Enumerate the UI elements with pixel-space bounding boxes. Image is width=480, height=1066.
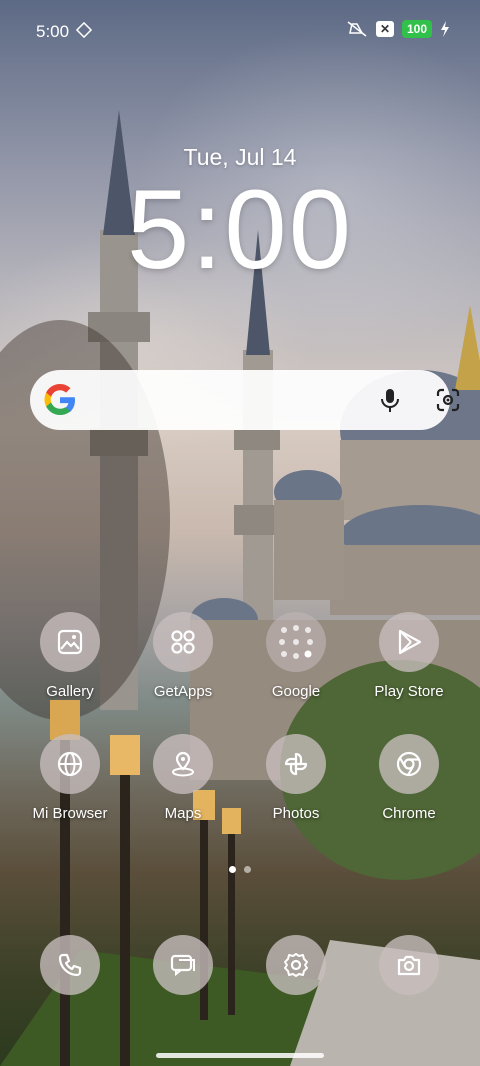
app-label: Gallery bbox=[46, 683, 94, 700]
sim-icon bbox=[76, 22, 92, 38]
charging-icon bbox=[441, 21, 449, 37]
lock-clock[interactable]: 5:00 bbox=[0, 170, 480, 290]
camera-icon bbox=[379, 935, 439, 995]
pinwheel-icon bbox=[266, 734, 326, 794]
app-gallery[interactable]: Gallery bbox=[20, 612, 120, 700]
google-search-widget[interactable] bbox=[30, 370, 460, 430]
x-notification-icon: ✕ bbox=[375, 21, 394, 37]
dock-camera[interactable] bbox=[359, 935, 459, 995]
google-logo-icon bbox=[44, 384, 75, 415]
folder-icon bbox=[266, 612, 326, 672]
app-label: Photos bbox=[272, 805, 320, 822]
app-label: Google bbox=[271, 683, 321, 700]
messages-icon bbox=[153, 935, 213, 995]
app-label: Chrome bbox=[382, 805, 436, 822]
status-right-icons: ✕ 100 bbox=[346, 20, 450, 38]
app-label: Mi Browser bbox=[32, 805, 108, 822]
dock-messages[interactable] bbox=[133, 935, 233, 995]
map-pin-icon bbox=[153, 734, 213, 794]
app-mi-browser[interactable]: Mi Browser bbox=[20, 734, 120, 822]
status-bar: 5:00 ✕ 100 bbox=[0, 0, 480, 62]
app-getapps[interactable]: GetApps bbox=[133, 612, 233, 700]
globe-icon bbox=[40, 734, 100, 794]
phone-icon bbox=[40, 935, 100, 995]
mic-icon[interactable] bbox=[376, 386, 404, 414]
lens-icon[interactable] bbox=[434, 386, 462, 414]
app-label: GetApps bbox=[153, 683, 213, 700]
chrome-icon bbox=[379, 734, 439, 794]
getapps-icon bbox=[153, 612, 213, 672]
app-label: Play Store bbox=[374, 683, 444, 700]
app-photos[interactable]: Photos bbox=[246, 734, 346, 822]
battery-indicator: 100 bbox=[401, 20, 432, 38]
gallery-icon bbox=[40, 612, 100, 672]
play-store-icon bbox=[379, 612, 439, 672]
dock-settings[interactable] bbox=[246, 935, 346, 995]
app-folder-google[interactable]: Google bbox=[246, 612, 346, 700]
home-gesture-bar[interactable] bbox=[156, 1053, 324, 1058]
mute-icon bbox=[347, 21, 367, 37]
settings-icon bbox=[266, 935, 326, 995]
app-label: Maps bbox=[164, 805, 202, 822]
app-chrome[interactable]: Chrome bbox=[359, 734, 459, 822]
app-play-store[interactable]: Play Store bbox=[359, 612, 459, 700]
page-dot-active bbox=[229, 866, 236, 873]
page-indicator bbox=[0, 866, 480, 873]
page-dot bbox=[244, 866, 251, 873]
status-time: 5:00 bbox=[36, 22, 70, 41]
dock-phone[interactable] bbox=[20, 935, 120, 995]
app-maps[interactable]: Maps bbox=[133, 734, 233, 822]
